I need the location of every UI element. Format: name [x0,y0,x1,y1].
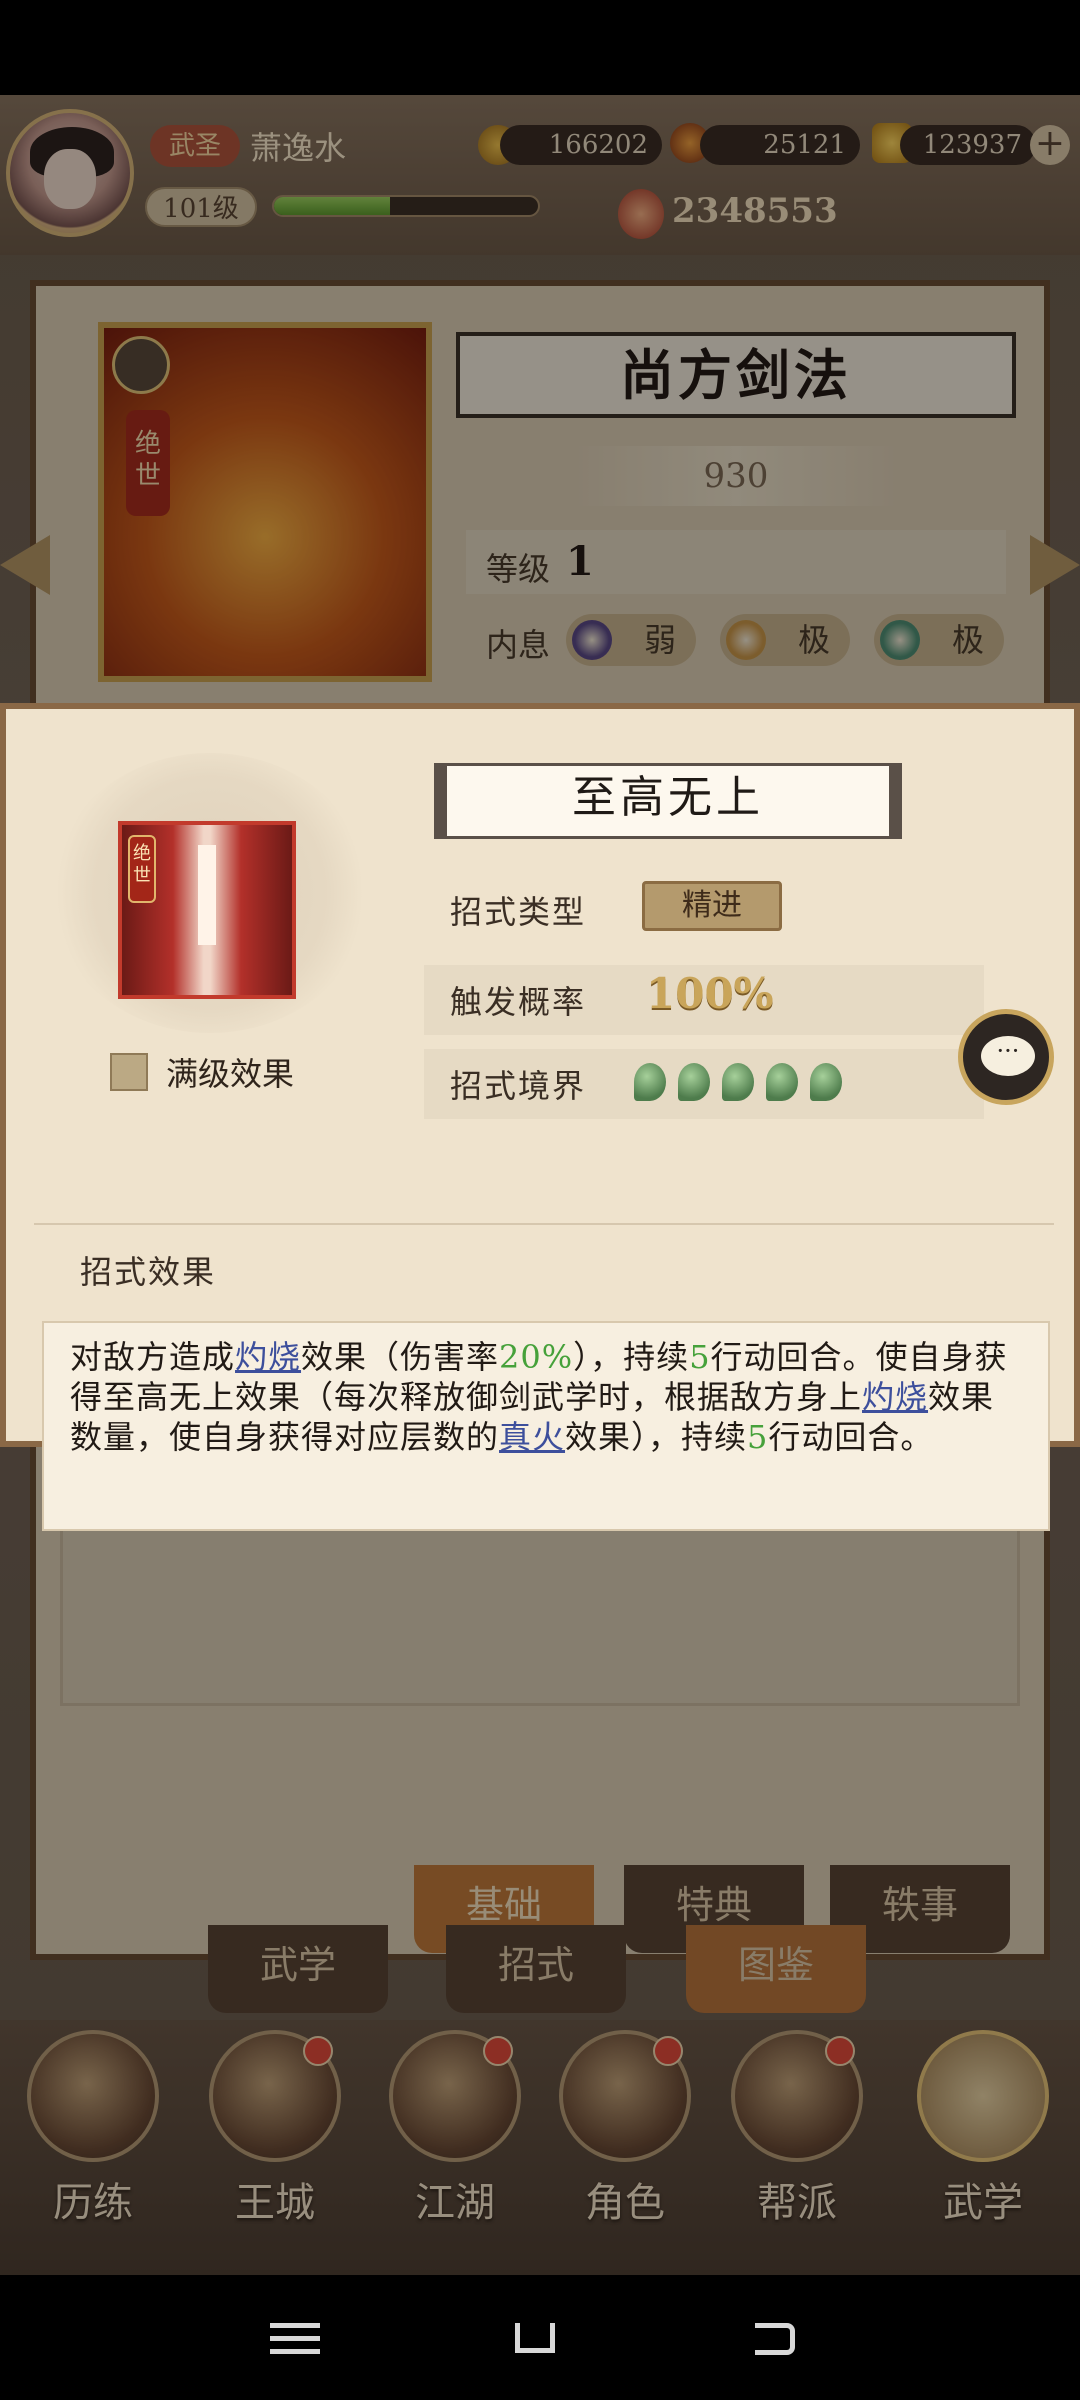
full-level-label[interactable]: 满级效果 [166,1049,294,1095]
effect-text: 效果（伤害率 [301,1338,500,1376]
keyword-link-burn[interactable]: 灼烧 [235,1338,301,1376]
effect-text: 行动回合。 [768,1418,934,1456]
home-icon[interactable] [510,2315,560,2361]
chat-bubble-icon: ··· [981,1036,1035,1076]
back-icon[interactable] [750,2315,800,2361]
move-type-row: 招式类型 精进 [424,875,984,945]
realm-orb-icon [722,1063,754,1101]
move-type-label: 招式类型 [450,893,587,931]
effect-number: 5 [747,1418,769,1456]
chat-button[interactable]: ··· [958,1009,1054,1105]
effect-description-box: 对敌方造成灼烧效果（伤害率20%），持续5行动回合。使自身获得至高无上效果（每次… [42,1321,1050,1531]
move-icon: 绝世 [118,821,296,999]
trigger-rate-value: 100% [646,969,774,1018]
effect-text: 对敌方造成 [70,1338,236,1376]
divider [34,1223,1054,1225]
move-title-frame: 至高无上 [434,763,902,839]
move-grade-tag: 绝世 [128,835,156,903]
system-nav-bar [0,2275,1080,2400]
realm-orb-icon [766,1063,798,1101]
status-bar [0,0,1080,95]
effect-description: 对敌方造成灼烧效果（伤害率20%），持续5行动回合。使自身获得至高无上效果（每次… [70,1337,1022,1457]
full-level-checkbox[interactable] [110,1053,148,1091]
game-screen: 武圣 萧逸水 101级 166202 25121 123937 + 234855… [0,95,1080,2275]
keyword-link-true-fire[interactable]: 真火 [499,1418,565,1456]
keyword-link-burn[interactable]: 灼烧 [862,1378,928,1416]
move-type-badge: 精进 [642,881,782,931]
effect-text: ），持续 [573,1338,690,1376]
sword-icon [198,845,216,945]
effect-number: 5 [689,1338,711,1376]
move-title: 至高无上 [572,772,764,823]
trigger-rate-row: 触发概率 100% [424,965,984,1035]
move-realm-label: 招式境界 [450,1067,587,1105]
effect-number: 20% [499,1338,574,1376]
move-detail-modal: 绝世 满级效果 至高无上 招式类型 精进 触发概率 100% 招式境界 ··· [0,703,1080,1531]
trigger-rate-label: 触发概率 [450,983,587,1021]
move-realm-row: 招式境界 [424,1049,984,1119]
effect-text: 效果），持续 [565,1418,748,1456]
realm-orb-icon [678,1063,710,1101]
realm-orb-icon [634,1063,666,1101]
menu-icon[interactable] [270,2315,320,2361]
effect-header: 招式效果 [80,1253,217,1291]
realm-orb-icon [810,1063,842,1101]
